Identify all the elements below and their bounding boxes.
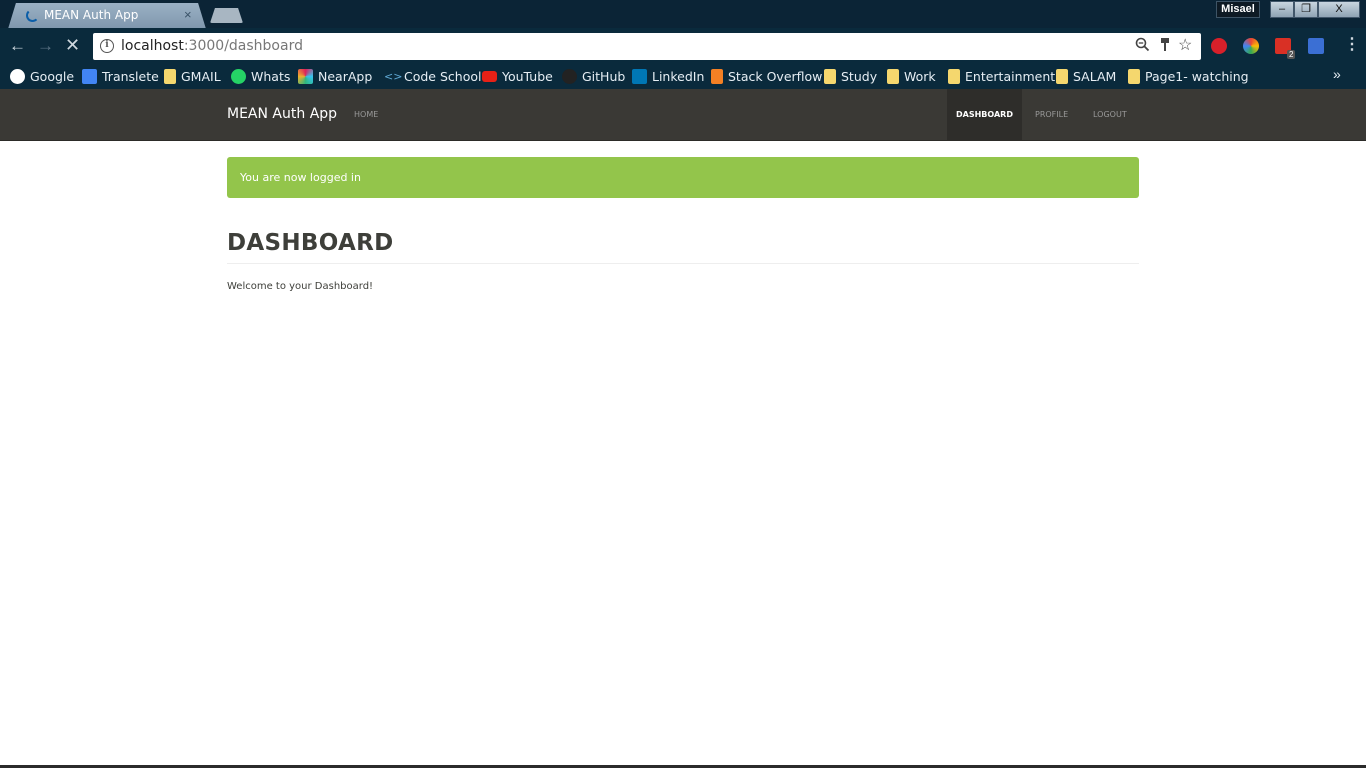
bookmark-google[interactable]: Google [10, 67, 74, 85]
bookmark-linkedin[interactable]: LinkedIn [632, 67, 704, 85]
youtube-icon [482, 70, 497, 82]
nav-link-logout[interactable]: LOGOUT [1093, 89, 1127, 140]
folder-icon [1128, 68, 1140, 84]
bookmark-gmail[interactable]: GMAIL [164, 67, 221, 85]
minimize-button[interactable]: – [1270, 1, 1294, 18]
nav-link-home[interactable]: HOME [354, 89, 378, 140]
page-title: DASHBOARD [227, 230, 394, 256]
loading-spinner-icon [26, 9, 39, 22]
info-icon[interactable]: i [100, 39, 114, 53]
title-divider [227, 263, 1139, 264]
app-navbar: MEAN Auth App HOME DASHBOARD PROFILE LOG… [0, 89, 1366, 141]
navbar-brand[interactable]: MEAN Auth App [227, 106, 337, 122]
bookmark-github[interactable]: GitHub [562, 67, 625, 85]
stackoverflow-icon [711, 68, 723, 84]
code-icon: <> [384, 69, 403, 83]
bookmark-salam[interactable]: SALAM [1056, 67, 1116, 85]
analytics-extension-icon[interactable] [1308, 38, 1324, 54]
success-alert: You are now logged in [227, 157, 1139, 198]
profile-button[interactable]: Misael [1216, 1, 1260, 18]
folder-icon [164, 68, 176, 84]
close-window-button[interactable]: X [1318, 1, 1360, 18]
new-tab-button[interactable] [210, 8, 243, 23]
alert-message: You are now logged in [240, 171, 361, 184]
back-arrow-icon[interactable]: ← [9, 37, 26, 54]
adblock-icon[interactable] [1211, 38, 1227, 54]
forward-arrow-icon[interactable]: → [37, 37, 54, 54]
tab-title: MEAN Auth App [44, 8, 139, 22]
translate-icon [82, 68, 97, 84]
nav-link-profile[interactable]: PROFILE [1035, 89, 1068, 140]
slack-icon [298, 68, 313, 84]
github-icon [562, 68, 577, 84]
url-text[interactable]: localhost:3000/dashboard [121, 38, 303, 54]
bookmark-work[interactable]: Work [887, 67, 936, 85]
google-icon [10, 68, 25, 84]
stop-loading-icon[interactable]: ✕ [65, 36, 80, 54]
whatsapp-icon [231, 68, 246, 84]
more-bookmarks-icon[interactable]: » [1333, 66, 1341, 82]
folder-icon [887, 68, 899, 84]
bookmark-youtube[interactable]: YouTube [482, 67, 553, 85]
restore-button[interactable]: ❐ [1294, 1, 1318, 18]
extension-badge: 2 [1287, 50, 1296, 59]
welcome-text: Welcome to your Dashboard! [227, 281, 374, 292]
nav-link-dashboard[interactable]: DASHBOARD [947, 89, 1022, 140]
browser-title-bar: MEAN Auth App × Misael – ❐ X [0, 0, 1366, 29]
bookmark-code-school[interactable]: <> Code School [384, 67, 481, 85]
tab-close-icon[interactable]: × [184, 7, 192, 22]
linkedin-icon [632, 68, 647, 84]
bookmark-nearapp[interactable]: NearApp [298, 67, 372, 85]
bookmark-translete[interactable]: Translete [82, 67, 159, 85]
folder-icon [1056, 68, 1068, 84]
bookmark-entertainment[interactable]: Entertainment [948, 67, 1055, 85]
browser-menu-icon[interactable]: ⋮ [1344, 37, 1360, 53]
browser-tab[interactable]: MEAN Auth App × [8, 3, 206, 29]
bookmark-star-icon[interactable]: ☆ [1178, 35, 1192, 55]
key-icon[interactable] [1159, 37, 1171, 55]
bookmark-stack-overflow[interactable]: Stack Overflow [711, 67, 822, 85]
color-picker-icon[interactable] [1243, 38, 1259, 54]
bookmarks-bar: Google Translete GMAIL Whats NearApp <> C… [0, 64, 1366, 89]
address-bar[interactable]: i localhost:3000/dashboard ☆ [93, 33, 1201, 60]
zoom-icon[interactable] [1135, 37, 1150, 55]
bookmark-whats[interactable]: Whats [231, 67, 290, 85]
folder-icon [948, 68, 960, 84]
bookmark-study[interactable]: Study [824, 67, 877, 85]
bookmark-page1-watching[interactable]: Page1- watching [1128, 67, 1249, 85]
browser-toolbar: ← → ✕ i localhost:3000/dashboard ☆ 2 ⋮ [0, 28, 1366, 64]
folder-icon [824, 68, 836, 84]
